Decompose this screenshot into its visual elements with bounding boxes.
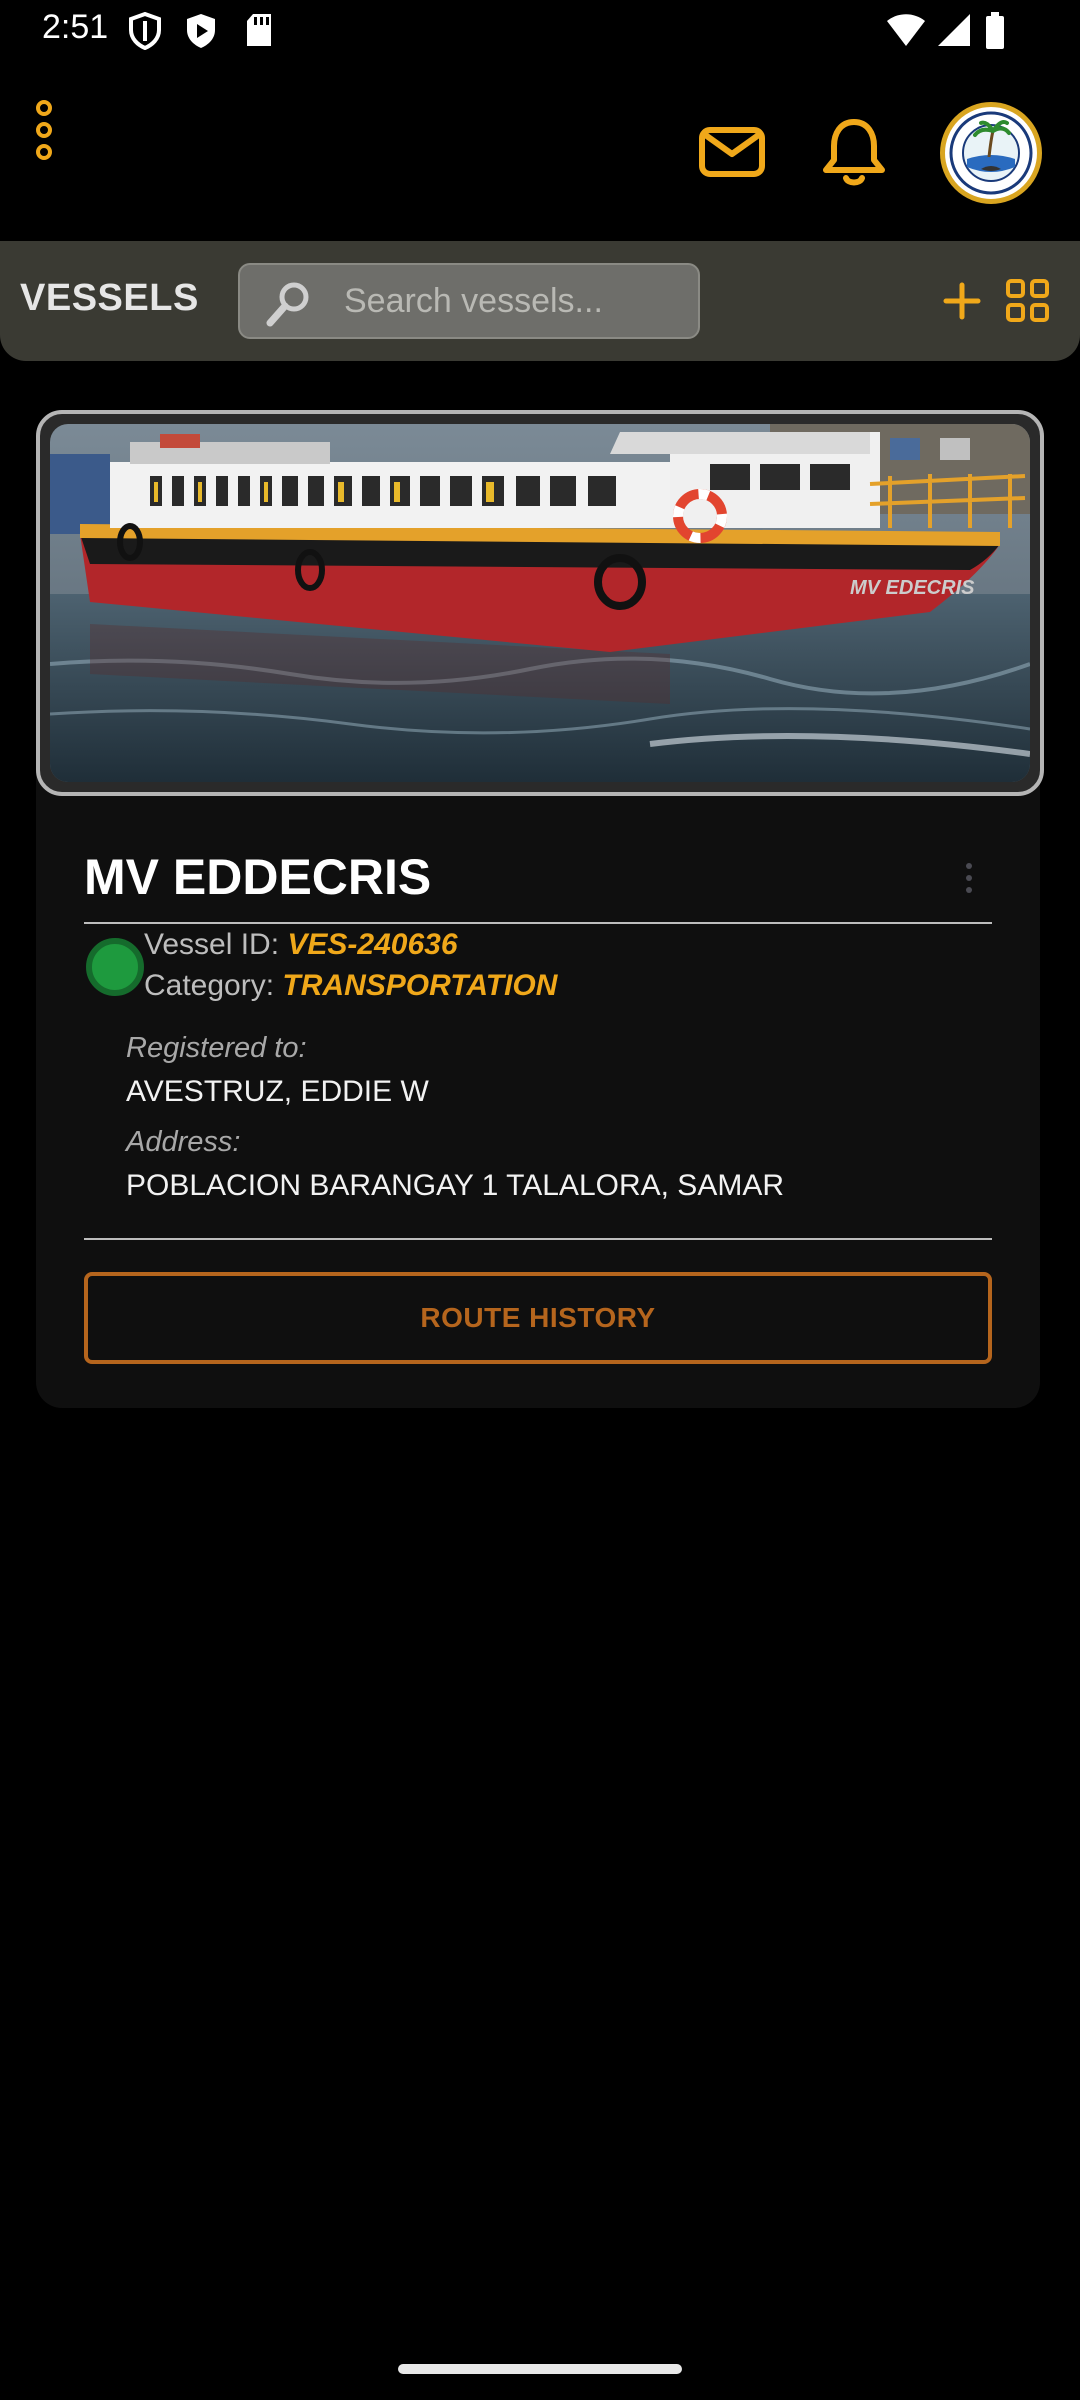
play-protect-icon	[187, 14, 215, 48]
status-time: 2:51	[42, 8, 109, 46]
vessel-photo-frame: MV EDECRIS	[36, 410, 1044, 796]
municipal-seal-icon	[947, 109, 1035, 197]
route-history-button[interactable]: ROUTE HISTORY	[84, 1272, 992, 1364]
mail-icon[interactable]	[692, 112, 772, 192]
add-icon[interactable]	[934, 273, 990, 329]
page-title: VESSELS	[20, 277, 199, 319]
category-value: TRANSPORTATION	[282, 969, 558, 1002]
bell-icon[interactable]	[814, 112, 894, 192]
vessel-photo: MV EDECRIS	[50, 424, 1030, 782]
svg-text:MV EDECRIS: MV EDECRIS	[850, 577, 975, 599]
category-label: Category:	[144, 969, 275, 1002]
signal-icon	[938, 14, 970, 46]
divider-top	[84, 922, 992, 924]
more-vert-icon[interactable]	[24, 98, 64, 162]
address-value: POBLACION BARANGAY 1 TALALORA, SAMAR	[126, 1169, 784, 1202]
app-header	[0, 62, 1080, 242]
battery-icon	[986, 12, 1004, 49]
grid-view-icon[interactable]	[1000, 273, 1056, 329]
card-more-icon[interactable]	[954, 856, 984, 906]
search-box[interactable]	[238, 263, 700, 339]
shield-icon	[129, 12, 161, 50]
sd-card-icon	[247, 14, 271, 46]
home-indicator[interactable]	[398, 2364, 682, 2374]
toolbar: VESSELS	[0, 241, 1080, 361]
status-bar: 2:51	[0, 0, 1080, 62]
vessel-id-label: Vessel ID:	[144, 928, 280, 961]
wifi-icon	[887, 14, 925, 46]
divider-bottom	[84, 1238, 992, 1240]
vessel-id-row: Vessel ID: VES-240636	[144, 928, 458, 962]
registered-label: Registered to:	[126, 1032, 307, 1064]
registered-value: AVESTRUZ, EDDIE W	[126, 1075, 429, 1108]
category-row: Category: TRANSPORTATION	[144, 969, 557, 1003]
search-icon	[266, 282, 309, 327]
vessel-name: MV EDDECRIS	[84, 849, 432, 905]
vessel-id-value: VES-240636	[287, 928, 458, 961]
vessel-card[interactable]: MV EDECRIS MV EDDECRIS Vessel ID: VES-24…	[36, 410, 1044, 1408]
search-input[interactable]	[344, 265, 684, 337]
status-indicator	[86, 938, 144, 996]
address-label: Address:	[126, 1126, 241, 1158]
avatar[interactable]	[940, 102, 1042, 204]
